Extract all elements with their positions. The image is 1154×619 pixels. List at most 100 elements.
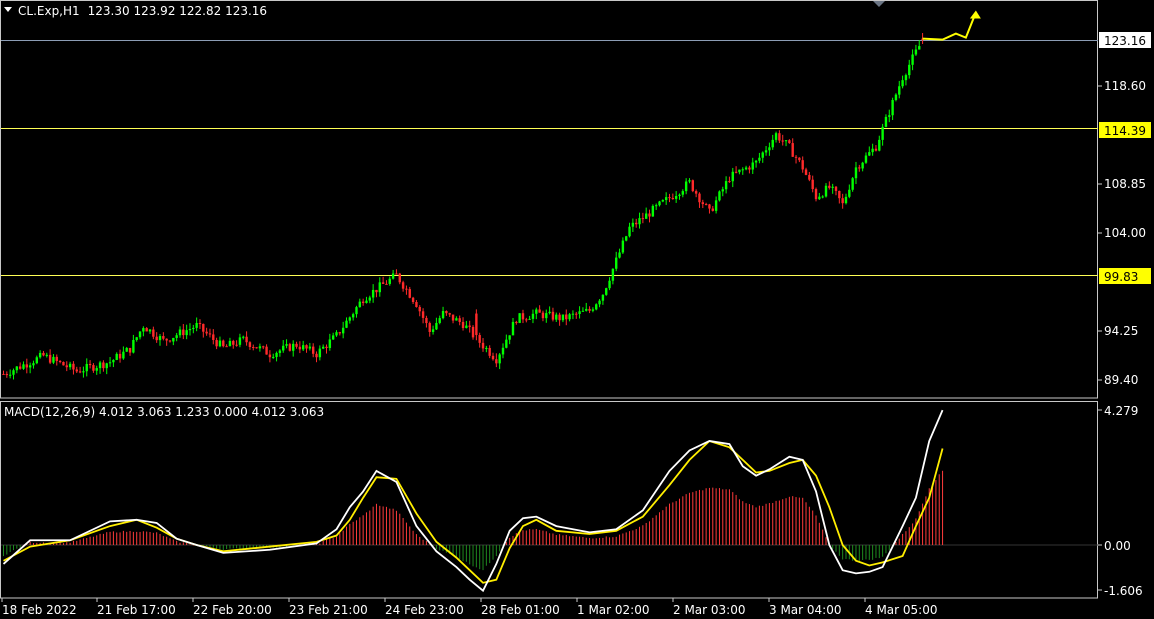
candle-body: [631, 222, 635, 227]
macd-histogram-bar: [718, 488, 720, 545]
candle-body: [355, 307, 358, 315]
candle-body: [438, 318, 441, 323]
macd-histogram-bar: [602, 537, 604, 545]
candle-body: [515, 321, 518, 323]
candle-body: [55, 356, 58, 361]
candle-body: [268, 354, 272, 358]
candle: [625, 235, 628, 242]
candle: [518, 313, 521, 324]
macd-histogram-bar: [615, 536, 617, 545]
macd-histogram-bar: [652, 517, 654, 545]
candle-body: [798, 157, 801, 161]
macd-histogram-bar: [16, 545, 18, 549]
candle-body: [784, 140, 788, 142]
candle-body: [431, 329, 435, 332]
candle-body: [262, 346, 265, 348]
candle-body: [295, 343, 298, 347]
candle-body: [8, 374, 12, 376]
candle-body: [5, 374, 9, 376]
candle-body: [282, 345, 285, 351]
candle-body: [88, 363, 92, 366]
trading-chart[interactable]: CL.Exp,H1 123.30 123.92 122.82 123.16 MAC…: [0, 0, 1154, 619]
candle-body: [72, 363, 75, 370]
candle-body: [172, 337, 175, 342]
macd-histogram-bar: [159, 533, 161, 545]
candle-body: [195, 323, 198, 328]
candle-body: [668, 197, 671, 199]
candle-body: [704, 204, 708, 206]
svg-text:104.00: 104.00: [1104, 226, 1146, 240]
candle-body: [641, 218, 645, 220]
macd-histogram-bar: [778, 500, 780, 545]
macd-histogram-bar: [645, 522, 647, 545]
candle-body: [398, 273, 401, 283]
candle-body: [478, 335, 481, 343]
svg-text:1 Mar 02:00: 1 Mar 02:00: [577, 603, 650, 617]
macd-histogram-bar: [525, 530, 527, 545]
candle-body: [884, 116, 888, 127]
macd-histogram-bar: [329, 538, 331, 545]
candle-body: [578, 311, 581, 314]
candle-body: [744, 167, 748, 170]
macd-histogram-bar: [92, 536, 94, 545]
macd-histogram-bar: [555, 535, 557, 545]
candle-body: [908, 64, 911, 76]
candle-body: [435, 322, 438, 330]
macd-histogram-bar: [885, 545, 887, 554]
price-tick-4: 89.40: [1098, 373, 1138, 387]
candle-body: [691, 180, 695, 192]
candle-body: [102, 362, 105, 369]
macd-tick-0: 4.279: [1098, 404, 1138, 418]
macd-histogram-bar: [339, 533, 341, 545]
macd-histogram-bar: [589, 538, 591, 545]
candle-body: [318, 348, 322, 358]
candle-body: [165, 338, 168, 341]
candle-body: [148, 329, 152, 332]
candle-body: [258, 346, 262, 349]
price-tick-3: 94.25: [1098, 324, 1138, 338]
candle-body: [168, 340, 172, 342]
candle-body: [175, 335, 178, 338]
candle-body: [671, 197, 675, 199]
macd-histogram-bar: [712, 487, 714, 545]
candle-body: [371, 289, 375, 298]
candle-body: [525, 319, 528, 321]
candle-body: [315, 353, 318, 358]
candle-body: [874, 148, 878, 151]
candle-body: [461, 321, 465, 328]
candle-body: [335, 332, 338, 336]
candle-body: [538, 309, 541, 313]
macd-histogram-bar: [336, 536, 337, 545]
candle-body: [585, 308, 588, 311]
candle-body: [411, 297, 415, 302]
macd-histogram-bar: [389, 508, 391, 545]
macd-histogram-bar: [649, 521, 651, 545]
macd-histogram-bar: [639, 526, 641, 545]
candle-body: [678, 194, 681, 197]
candle: [62, 361, 65, 366]
macd-histogram-bar: [605, 536, 607, 545]
candle-body: [368, 297, 371, 301]
macd-histogram-bar: [868, 545, 870, 560]
macd-histogram-bar: [772, 502, 774, 545]
candle-body: [658, 201, 661, 206]
svg-text:28 Feb 01:00: 28 Feb 01:00: [481, 603, 560, 617]
candle-body: [791, 143, 794, 157]
candle-body: [808, 174, 811, 180]
macd-histogram-bar: [858, 545, 860, 562]
candle-body: [98, 362, 102, 369]
macd-histogram-bar: [818, 522, 820, 545]
candle-body: [888, 115, 891, 117]
macd-histogram-bar: [635, 529, 637, 545]
macd-histogram-bar: [495, 545, 497, 556]
candle-body: [561, 314, 565, 321]
candle-body: [302, 345, 305, 350]
candle: [605, 287, 608, 296]
candle-body: [651, 205, 655, 217]
macd-histogram-bar: [186, 542, 188, 545]
candle-body: [68, 363, 72, 368]
macd-histogram-bar: [9, 545, 11, 553]
macd-histogram-bar: [938, 474, 940, 545]
macd-histogram-bar: [475, 545, 477, 568]
macd-histogram-bar: [462, 545, 464, 562]
